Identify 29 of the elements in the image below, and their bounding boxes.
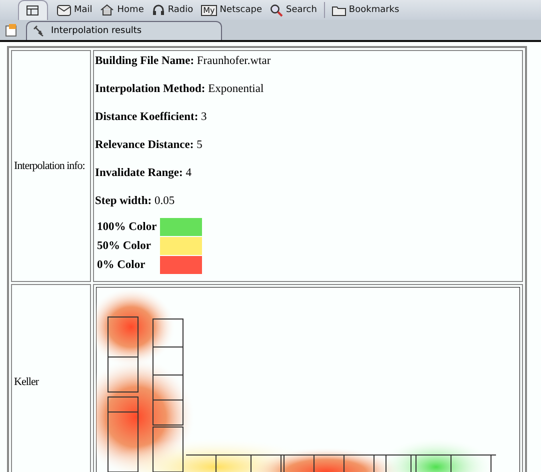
info-line: Step width: 0.05 (95, 195, 176, 207)
search-icon (270, 4, 283, 16)
envelope-icon (57, 4, 71, 16)
legend-label: 0% Color (97, 259, 146, 271)
tab-title: Interpolation results (51, 26, 142, 36)
legend-label: 100% Color (97, 221, 157, 233)
page-tab[interactable]: Interpolation results (26, 21, 222, 40)
toolbar-button[interactable]: My Netscape (198, 1, 265, 19)
folder-icon (332, 4, 346, 16)
info-line: Interpolation Method: Exponential (95, 83, 265, 95)
toolbar-button[interactable]: Home (97, 1, 147, 19)
toolbar-button[interactable]: Radio (148, 1, 196, 19)
toolbar-button[interactable]: Bookmarks (328, 1, 402, 19)
row-label: Keller (14, 376, 38, 388)
window-icon (26, 4, 40, 16)
toolbar-button[interactable]: Mail (54, 1, 96, 19)
house-icon (100, 4, 114, 16)
toolbar-button[interactable]: Search (267, 1, 320, 19)
info-line: Relevance Distance: 5 (95, 139, 204, 151)
my-badge: My (201, 4, 217, 16)
row-label: Interpolation info: (14, 160, 85, 172)
new-tab-icon[interactable] (4, 23, 18, 37)
info-line: Building File Name: Fraunhofer.wtar (95, 55, 272, 67)
info-line: Distance Koefficient: 3 (95, 111, 208, 123)
legend-label: 50% Color (97, 240, 151, 252)
pin-icon (33, 25, 45, 37)
tab-list-button[interactable] (18, 0, 48, 20)
info-line: Invalidate Range: 4 (95, 167, 192, 179)
headphones-icon (152, 4, 165, 16)
